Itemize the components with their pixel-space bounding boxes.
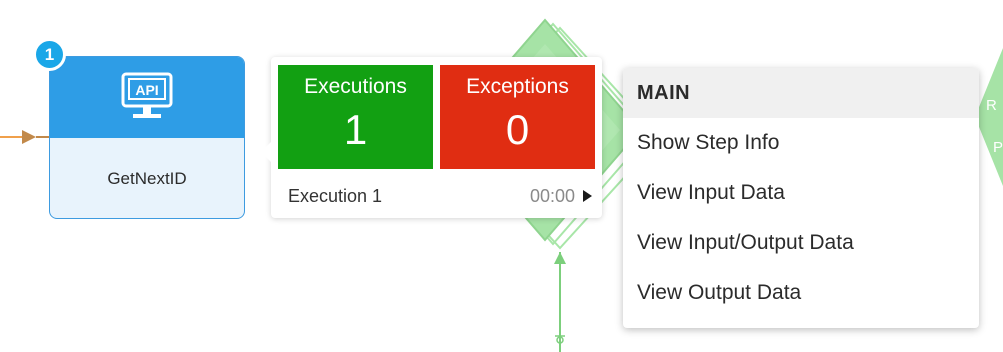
svg-text:P: P [993,139,1003,156]
api-monitor-icon: API [121,72,173,118]
context-menu: MAIN Show Step Info View Input Data View… [623,68,979,328]
menu-item-view-input-output-data[interactable]: View Input/Output Data [623,218,979,268]
executions-count: 1 [343,106,368,153]
step-node[interactable]: API GetNextID [49,56,245,219]
step-node-header: API [50,57,244,138]
menu-header: MAIN [623,68,979,118]
api-icon-label: API [135,82,158,98]
execution-row-time: 00:00 [529,185,575,206]
play-icon[interactable] [583,190,592,202]
right-decision-diamond[interactable]: R P [975,48,1003,186]
workflow-canvas: R P 1 API GetNextID Executions 1 Excepti… [0,0,1003,352]
menu-item-show-step-info[interactable]: Show Step Info [623,118,979,168]
connector-arrowhead [22,130,36,144]
executions-panel[interactable]: Executions 1 [278,65,433,169]
exceptions-count: 0 [505,106,530,153]
executions-label: Executions [304,75,407,98]
popup-pointer [261,142,271,162]
step-number-badge: 1 [33,38,66,71]
menu-item-view-input-data[interactable]: View Input Data [623,168,979,218]
exceptions-label: Exceptions [466,75,569,98]
step-name: GetNextID [107,169,187,188]
exceptions-panel[interactable]: Exceptions 0 [440,65,595,169]
execution-row[interactable]: Execution 1 00:00 [288,184,592,208]
svg-text:R: R [986,97,997,114]
menu-item-view-output-data[interactable]: View Output Data [623,268,979,318]
executions-popup: Executions 1 Exceptions 0 Execution 1 00… [261,57,602,218]
execution-row-label: Execution 1 [288,185,383,206]
